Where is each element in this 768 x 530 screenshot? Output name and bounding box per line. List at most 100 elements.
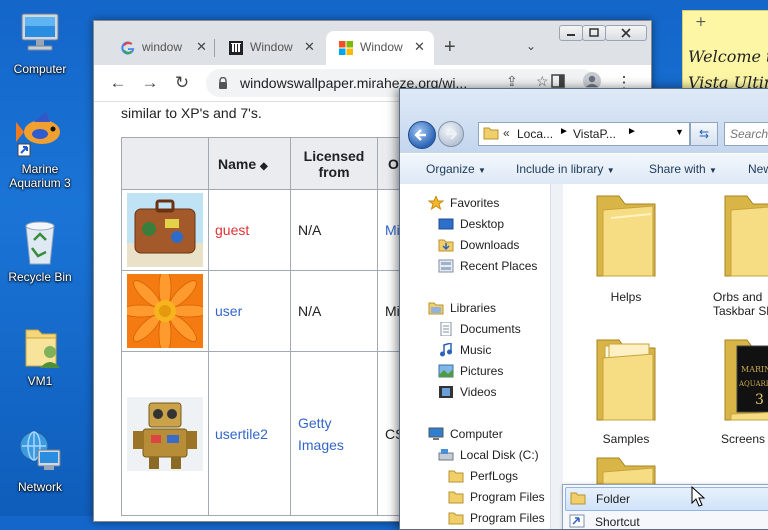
tab-title: window — [142, 40, 183, 54]
back-button[interactable] — [408, 121, 436, 149]
back-arrow-icon[interactable]: ← — [106, 71, 130, 95]
table-cell-image — [121, 189, 209, 271]
nav-label: Downloads — [460, 238, 520, 252]
table-header-name[interactable]: Name ◆ — [208, 137, 291, 190]
tab-windowswallpaper-active[interactable]: Window ✕ — [326, 31, 434, 65]
windows-wallpaper-icon — [338, 40, 354, 56]
desktop-icon-vm1[interactable]: VM1 — [0, 322, 80, 388]
libraries-icon — [428, 301, 444, 315]
name-link[interactable]: guest — [215, 222, 249, 238]
desktop-icon-computer[interactable]: Computer — [0, 10, 80, 76]
new-submenu: Folder Shortcut — [562, 484, 768, 529]
tab-windowswallpaper-2[interactable]: Window ✕ — [216, 31, 324, 65]
nav-label: Local Disk (C:) — [460, 448, 539, 462]
header-label: Name — [218, 155, 257, 172]
breadcrumb-segment[interactable]: Loca... — [517, 127, 553, 141]
licensed-link[interactable]: Getty Images — [298, 412, 358, 456]
music-note-icon — [438, 342, 454, 357]
videos-filmstrip-icon — [438, 385, 454, 399]
header-label: Licensed from — [303, 147, 365, 180]
sort-icon[interactable]: ◆ — [260, 161, 268, 172]
explorer-search-input[interactable]: Search — [724, 122, 768, 146]
folder-icon — [448, 469, 464, 483]
folder-item-screens[interactable]: MARINE AQUARIUM 3 — [721, 336, 768, 424]
menu-label: Share with — [649, 162, 706, 176]
desktop-icon-label: Computer — [13, 62, 67, 76]
share-with-menu[interactable]: Share with ▼ — [649, 162, 717, 176]
name-link[interactable]: usertile2 — [215, 426, 268, 442]
tab-strip: window ✕ Window ✕ Window ✕ + ⌄ — [94, 21, 651, 65]
desktop-icon-label: VM1 — [27, 374, 53, 388]
suitcase-thumbnail[interactable] — [127, 193, 203, 267]
table-cell-name: user — [208, 270, 291, 352]
wiki-icon — [228, 40, 244, 56]
desktop-icon-recycle-bin[interactable]: Recycle Bin — [0, 218, 80, 284]
folder-item-orbs[interactable] — [721, 192, 768, 280]
desktop-icon-marine-aquarium[interactable]: Marine Aquarium 3 — [0, 110, 80, 190]
recent-places-icon — [438, 259, 454, 273]
breadcrumb-separator-icon[interactable]: ► — [559, 126, 569, 137]
explorer-toolbar: « Loca... ► VistaP... ► ▼ ⇆ Search — [400, 89, 768, 153]
folder-icon — [596, 457, 656, 484]
nav-label: PerfLogs — [470, 469, 519, 483]
folder-item-partial[interactable] — [593, 454, 659, 484]
recycle-bin-icon — [16, 218, 64, 266]
menu-label: New — [748, 162, 768, 176]
forward-arrow-icon[interactable]: → — [138, 71, 162, 95]
table-header-licensed[interactable]: Licensed from — [290, 137, 378, 190]
close-window-button[interactable] — [605, 25, 647, 41]
menu-label: Organize — [426, 162, 475, 176]
new-folder-menu-item[interactable]: Folder — [565, 487, 768, 511]
nav-label: Music — [460, 343, 492, 357]
maximize-button[interactable] — [582, 25, 606, 41]
nav-label: Program Files — [470, 490, 545, 504]
add-note-icon[interactable]: + — [695, 14, 707, 30]
sticky-note-line: Welcome to — [688, 47, 768, 66]
name-link[interactable]: user — [215, 303, 242, 319]
explorer-address-bar[interactable]: « Loca... ► VistaP... ► ▼ — [478, 122, 690, 146]
forward-button[interactable] — [438, 121, 464, 147]
hard-drive-icon — [438, 448, 454, 462]
menu-label: Include in library — [516, 162, 604, 176]
minimize-button[interactable] — [559, 25, 583, 41]
fish-icon — [16, 110, 64, 158]
table-cell-licensed: N/A — [290, 189, 378, 271]
folder-icon — [448, 511, 464, 525]
tab-title: Window — [250, 40, 293, 54]
computer-icon — [16, 10, 64, 58]
robot-thumbnail[interactable] — [127, 396, 203, 471]
refresh-icon: ⇆ — [698, 127, 710, 141]
breadcrumb-separator-icon[interactable]: ► — [627, 126, 637, 137]
flower-thumbnail[interactable] — [127, 274, 203, 348]
refresh-button[interactable]: ⇆ — [690, 122, 718, 146]
desktop-icon-network[interactable]: Network — [0, 428, 80, 494]
close-tab-icon[interactable]: ✕ — [304, 39, 315, 55]
folder-icon — [596, 195, 656, 277]
pictures-icon — [438, 364, 454, 378]
folder-icon — [448, 490, 464, 504]
tab-windowswallpaper-1[interactable]: window ✕ — [108, 31, 216, 65]
tab-search-chevron-icon[interactable]: ⌄ — [526, 39, 536, 53]
close-tab-icon[interactable]: ✕ — [196, 39, 207, 55]
explorer-window[interactable]: « Loca... ► VistaP... ► ▼ ⇆ Search Organ… — [399, 88, 768, 530]
breadcrumb-overflow-icon[interactable]: « — [503, 126, 510, 140]
folder-item-samples[interactable] — [593, 336, 659, 424]
table-cell-image — [121, 351, 209, 516]
chevron-down-icon: ▼ — [606, 166, 615, 175]
downloads-folder-icon — [438, 238, 454, 252]
folder-item-helps[interactable] — [593, 192, 659, 280]
include-in-library-menu[interactable]: Include in library ▼ — [516, 162, 615, 176]
pane-splitter[interactable] — [550, 184, 563, 529]
table-cell-image — [121, 270, 209, 352]
close-tab-icon[interactable]: ✕ — [414, 39, 425, 55]
address-dropdown-icon[interactable]: ▼ — [675, 127, 684, 137]
reload-icon[interactable]: ↻ — [170, 71, 194, 95]
table-row: guest N/A Mic — [121, 189, 429, 271]
new-shortcut-menu-item[interactable]: Shortcut — [565, 511, 768, 529]
breadcrumb-segment[interactable]: VistaP... — [573, 127, 616, 141]
folder-icon — [483, 126, 499, 143]
new-tab-button[interactable]: + — [444, 37, 456, 57]
organize-menu[interactable]: Organize ▼ — [426, 162, 486, 176]
new-folder-button[interactable]: New — [748, 162, 768, 176]
table-cell-name: usertile2 — [208, 351, 291, 516]
